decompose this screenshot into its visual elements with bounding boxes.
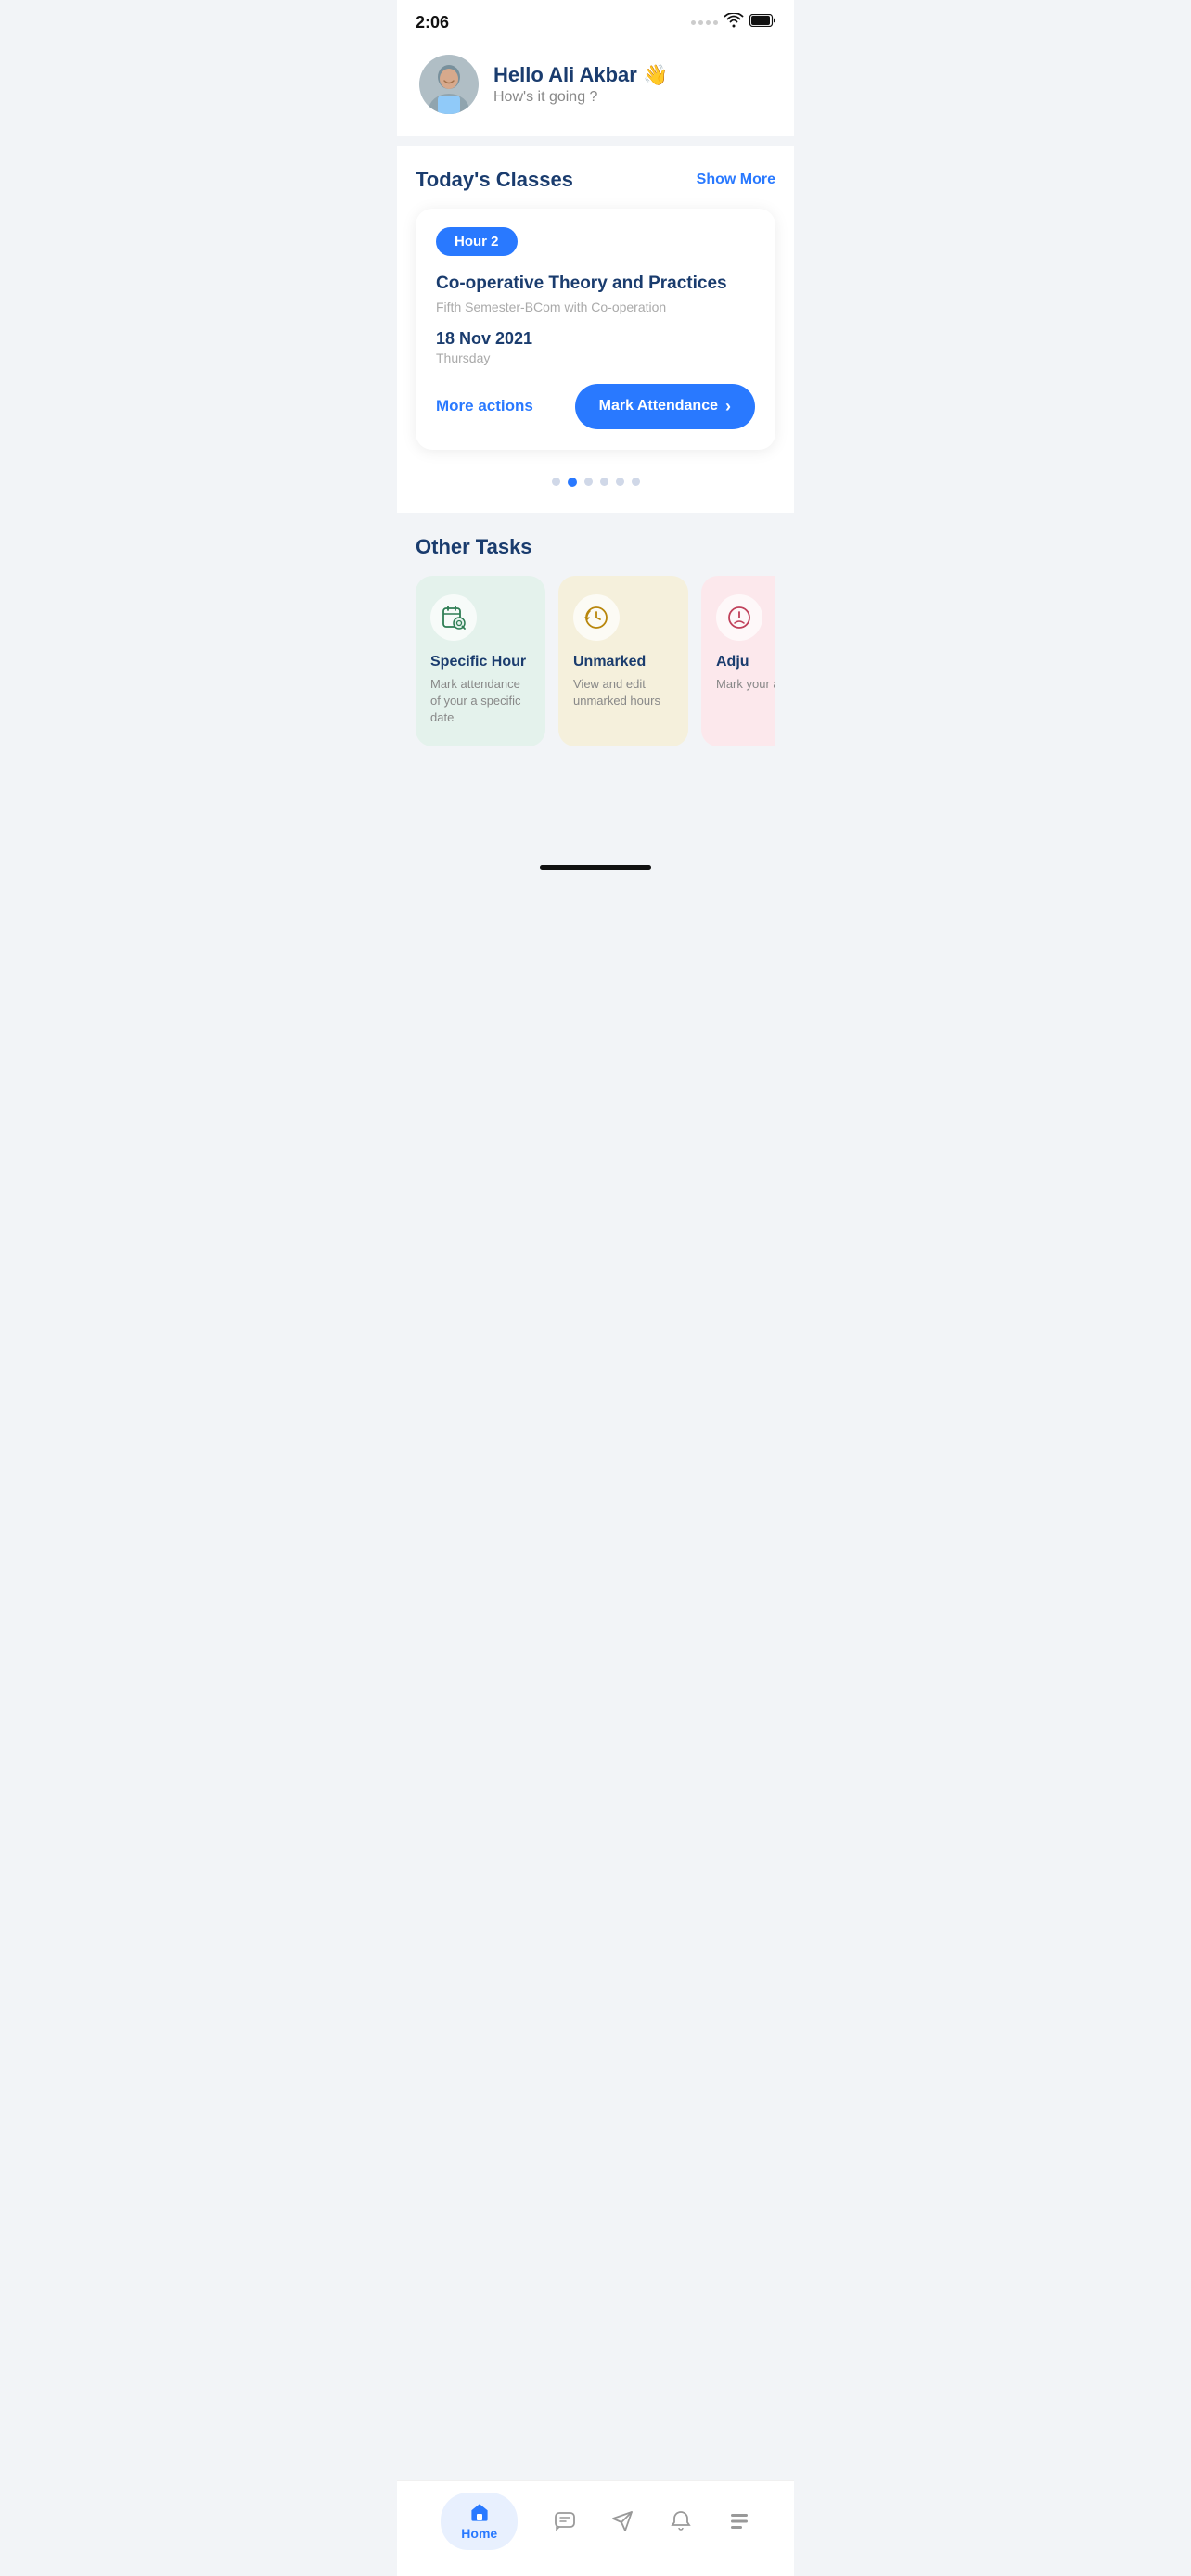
wifi-icon <box>724 13 744 32</box>
bottom-nav: Home <box>397 2480 794 2576</box>
carousel-dots <box>416 465 775 494</box>
status-bar: 2:06 <box>397 0 794 40</box>
dot-6 <box>632 478 640 486</box>
adjust-title: Adju <box>716 654 775 670</box>
chevron-right-icon: › <box>725 397 731 416</box>
hour-badge: Hour 2 <box>436 227 518 256</box>
home-icon <box>469 2502 490 2522</box>
chat-icon <box>554 2510 576 2532</box>
adjust-icon-circle <box>716 594 762 641</box>
nav-home[interactable]: Home <box>441 2493 518 2550</box>
specific-hour-icon-circle <box>430 594 477 641</box>
more-icon <box>728 2510 750 2532</box>
status-time: 2:06 <box>416 13 449 32</box>
specific-hour-desc: Mark attendance of your a specific date <box>430 676 531 727</box>
header-text: Hello Ali Akbar 👋 How's it going ? <box>493 63 668 106</box>
specific-hour-title: Specific Hour <box>430 654 531 670</box>
greeting-sub: How's it going ? <box>493 89 668 106</box>
todays-classes-section: Today's Classes Show More Hour 2 Co-oper… <box>397 146 794 513</box>
todays-classes-title: Today's Classes <box>416 168 573 192</box>
class-date: 18 Nov 2021 <box>436 329 755 349</box>
unmarked-desc: View and edit unmarked hours <box>573 676 673 709</box>
greeting-text: Hello Ali Akbar 👋 <box>493 63 668 87</box>
divider-1 <box>397 136 794 146</box>
other-tasks-section: Other Tasks Specific Hour Mark attendanc… <box>397 513 794 859</box>
nav-chat[interactable] <box>554 2510 576 2532</box>
tasks-row: Specific Hour Mark attendance of your a … <box>416 576 775 747</box>
nav-home-label: Home <box>461 2526 497 2541</box>
show-more-button[interactable]: Show More <box>697 172 775 188</box>
dot-5 <box>616 478 624 486</box>
nav-more[interactable] <box>728 2510 750 2532</box>
class-name: Co-operative Theory and Practices <box>436 273 755 296</box>
unmarked-icon-circle <box>573 594 620 641</box>
more-actions-button[interactable]: More actions <box>436 397 533 415</box>
class-day: Thursday <box>436 351 755 365</box>
other-tasks-title: Other Tasks <box>416 535 775 559</box>
unmarked-title: Unmarked <box>573 654 673 670</box>
class-card: Hour 2 Co-operative Theory and Practices… <box>416 209 775 450</box>
dot-4 <box>600 478 608 486</box>
header: Hello Ali Akbar 👋 How's it going ? <box>397 40 794 136</box>
status-icons <box>691 13 775 32</box>
signal-icon <box>691 20 718 25</box>
avatar <box>419 55 479 114</box>
mark-attendance-label: Mark Attendance <box>599 398 718 414</box>
battery-icon <box>749 14 775 32</box>
nav-send[interactable] <box>611 2510 634 2532</box>
adjust-desc: Mark your a <box>716 676 775 693</box>
mark-attendance-button[interactable]: Mark Attendance › <box>575 384 755 429</box>
dot-3 <box>584 478 593 486</box>
nav-bell[interactable] <box>670 2510 692 2532</box>
bell-icon <box>670 2510 692 2532</box>
dot-2 <box>568 478 577 487</box>
dot-1 <box>552 478 560 486</box>
home-indicator <box>540 865 651 870</box>
send-icon <box>611 2510 634 2532</box>
task-card-specific-hour[interactable]: Specific Hour Mark attendance of your a … <box>416 576 545 747</box>
class-sub: Fifth Semester-BCom with Co-operation <box>436 300 755 314</box>
section-header: Today's Classes Show More <box>416 168 775 192</box>
card-actions: More actions Mark Attendance › <box>436 384 755 429</box>
task-card-unmarked[interactable]: Unmarked View and edit unmarked hours <box>558 576 688 747</box>
task-card-adjust[interactable]: Adju Mark your a <box>701 576 775 747</box>
